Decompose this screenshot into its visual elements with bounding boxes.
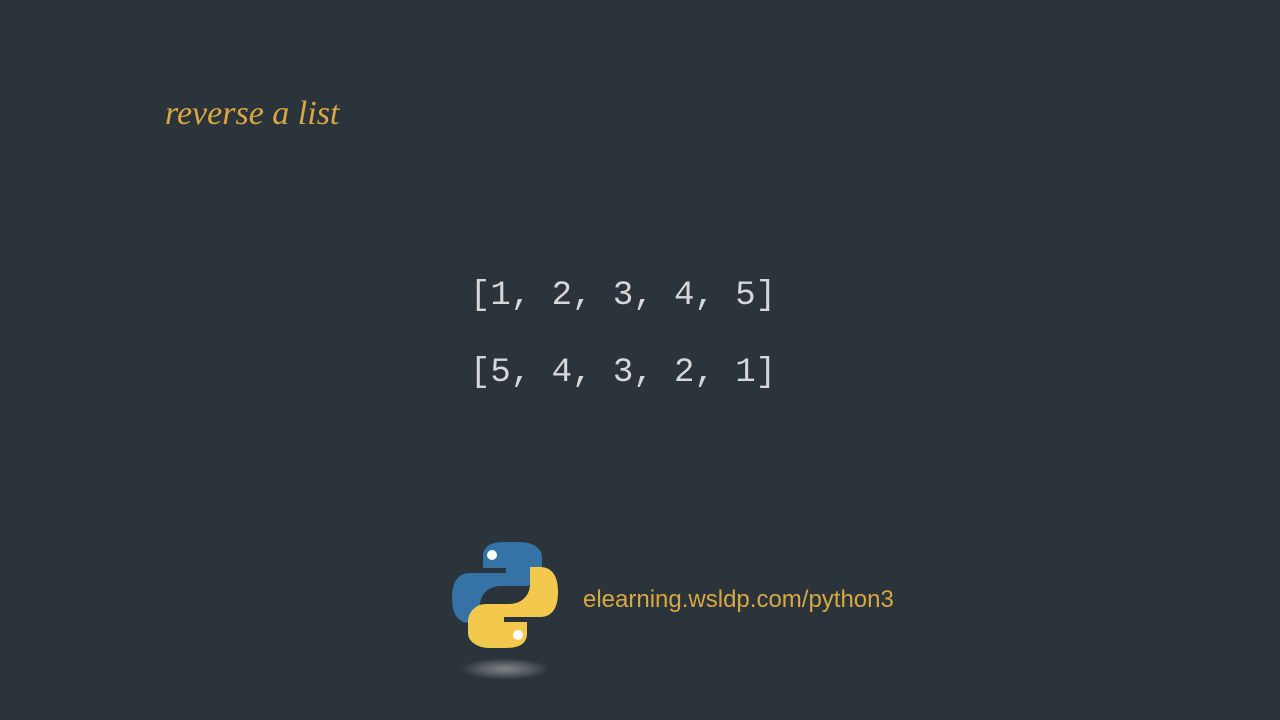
code-line-reversed: [5, 4, 3, 2, 1] xyxy=(470,355,776,392)
slide-title: reverse a list xyxy=(165,95,339,133)
code-line-original: [1, 2, 3, 4, 5] xyxy=(470,278,776,315)
python-logo-icon xyxy=(450,540,565,680)
logo-shadow xyxy=(460,658,550,680)
code-example: [1, 2, 3, 4, 5] [5, 4, 3, 2, 1] xyxy=(470,278,776,393)
footer: elearning.wsldp.com/python3 xyxy=(450,540,894,680)
footer-url: elearning.wsldp.com/python3 xyxy=(583,586,894,614)
